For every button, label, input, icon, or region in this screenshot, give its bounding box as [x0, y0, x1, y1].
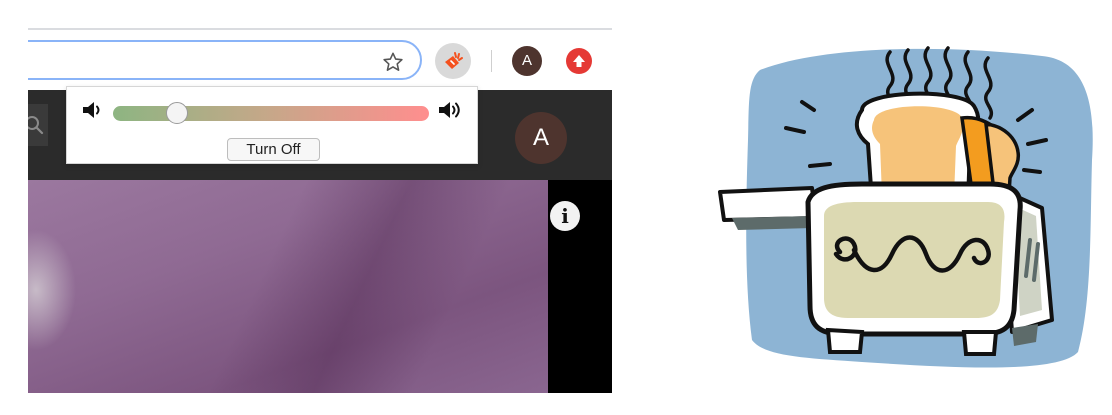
volume-high-icon[interactable] [437, 98, 465, 122]
update-button[interactable] [566, 48, 592, 74]
profile-avatar[interactable]: A [512, 46, 542, 76]
toolbar-separator [491, 50, 492, 72]
volume-extension-icon [445, 52, 463, 69]
search-icon[interactable] [28, 114, 48, 136]
volume-extension-button[interactable] [435, 43, 471, 79]
video-player[interactable] [28, 180, 548, 393]
volume-popup: Turn Off [66, 86, 478, 164]
volume-slider-thumb[interactable] [165, 102, 188, 124]
address-bar[interactable] [28, 40, 422, 80]
account-avatar[interactable]: A [515, 112, 567, 164]
browser-toolbar: A [28, 28, 612, 90]
turn-off-button[interactable]: Turn Off [227, 138, 320, 161]
volume-slider-track[interactable] [113, 106, 429, 121]
update-arrow-icon [573, 55, 585, 67]
info-icon[interactable]: i [550, 201, 580, 231]
toaster-illustration [718, 46, 1093, 368]
browser-screenshot: A A i [28, 28, 612, 393]
star-icon[interactable] [382, 51, 404, 73]
volume-low-icon[interactable] [81, 99, 105, 121]
